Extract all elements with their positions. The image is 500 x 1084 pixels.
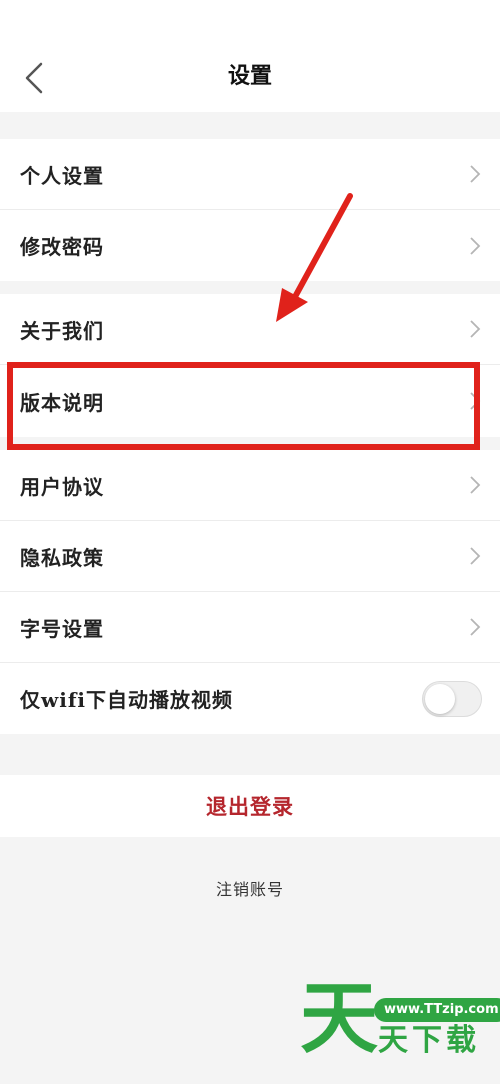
settings-item-about-us[interactable]: 关于我们 (0, 294, 500, 365)
page-title: 设置 (227, 63, 272, 89)
watermark-text: 天下载 (378, 1023, 480, 1058)
chevron-right-icon (470, 165, 481, 183)
settings-item-font-size[interactable]: 字号设置 (0, 592, 500, 663)
settings-item-user-agreement[interactable]: 用户协议 (0, 450, 500, 521)
chevron-right-icon (470, 476, 481, 494)
settings-item-label: 仅wifi下自动播放视频 (20, 688, 234, 712)
settings-group-legal: 用户协议 隐私政策 字号设置 仅wifi下自动播放视频 (0, 450, 500, 734)
watermark-url: www.TTzip.com (374, 998, 500, 1022)
watermark-logo: 天 www.TTzip.com 天下载 (300, 980, 500, 1068)
settings-item-label: 用户协议 (20, 474, 104, 499)
header: 设置 (0, 0, 500, 112)
settings-item-label: 隐私政策 (20, 545, 104, 570)
settings-item-label: 字号设置 (20, 616, 104, 641)
chevron-right-icon (470, 547, 481, 565)
cancel-account-link[interactable]: 注销账号 (0, 876, 500, 900)
chevron-right-icon (470, 392, 481, 410)
wifi-autoplay-toggle[interactable] (422, 680, 482, 717)
settings-item-personal[interactable]: 个人设置 (0, 139, 500, 210)
chevron-right-icon (470, 618, 481, 636)
watermark-big-char: 天 (300, 974, 379, 1064)
settings-item-version-notes[interactable]: 版本说明 (0, 365, 500, 437)
settings-item-wifi-autoplay: 仅wifi下自动播放视频 (0, 663, 500, 734)
settings-group-account: 个人设置 修改密码 (0, 139, 500, 281)
settings-item-password[interactable]: 修改密码 (0, 210, 500, 281)
chevron-right-icon (470, 236, 481, 255)
logout-button[interactable]: 退出登录 (0, 775, 500, 837)
toggle-knob (425, 683, 455, 714)
settings-item-privacy-policy[interactable]: 隐私政策 (0, 521, 500, 592)
settings-screen: 设置 个人设置 修改密码 关于我们 版本说明 用户协议 隐私政策 字号设置 仅w… (0, 0, 500, 1084)
settings-item-label: 关于我们 (20, 318, 104, 343)
settings-group-about: 关于我们 版本说明 (0, 294, 500, 437)
settings-item-label: 个人设置 (20, 163, 104, 188)
settings-item-label: 版本说明 (20, 390, 104, 415)
settings-item-label: 修改密码 (20, 235, 104, 259)
chevron-right-icon (470, 320, 481, 338)
